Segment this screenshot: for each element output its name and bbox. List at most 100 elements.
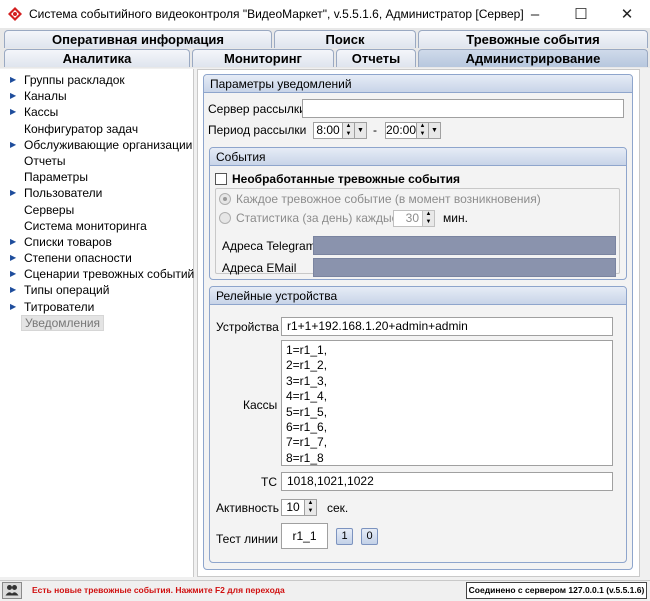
sidebar-item-monitoring-system[interactable]: Система мониторинга [0, 218, 193, 234]
chevron-down-icon[interactable]: ▼ [343, 130, 354, 138]
chevron-down-icon[interactable]: ▼ [305, 507, 316, 515]
list-item[interactable]: 7=r1_7, [286, 435, 612, 450]
list-item[interactable]: 5=r1_5, [286, 405, 612, 420]
test-line-label: Тест линии [216, 532, 278, 546]
stats-radio[interactable] [219, 212, 231, 224]
expand-arrow-icon[interactable]: ▶ [10, 88, 16, 104]
expand-arrow-icon[interactable]: ▶ [10, 185, 16, 201]
chevron-up-icon[interactable]: ▲ [343, 123, 354, 131]
stats-interval-arrows[interactable]: ▲ ▼ [423, 210, 435, 227]
sidebar-item-cash-registers[interactable]: ▶ Кассы [0, 104, 193, 120]
app-logo-icon [8, 7, 22, 21]
tab-analytics[interactable]: Аналитика [4, 49, 190, 67]
email-addresses-input[interactable] [313, 258, 616, 277]
sidebar-item-alarm-scenarios[interactable]: ▶ Сценарии тревожных событий [0, 266, 194, 282]
tab-alarm-events[interactable]: Тревожные события [418, 30, 648, 48]
list-item[interactable]: 4=r1_4, [286, 389, 612, 404]
stats-interval-value[interactable]: 30 [393, 210, 423, 227]
activity-arrows[interactable]: ▲ ▼ [305, 499, 317, 516]
period-to-picker[interactable]: 20:00 ▲ ▼ ▼ [385, 122, 441, 139]
server-label: Сервер рассылки [208, 102, 306, 116]
sidebar-item-servers[interactable]: Серверы [0, 202, 193, 218]
expand-arrow-icon[interactable]: ▶ [10, 234, 16, 250]
kassy-list[interactable]: 1=r1_1, 2=r1_2, 3=r1_3, 4=r1_4, 5=r1_5, … [281, 340, 613, 466]
sidebar-item-task-configurator[interactable]: Конфигуратор задач [0, 121, 193, 137]
maximize-button[interactable]: ☐ [558, 0, 604, 28]
tab-search[interactable]: Поиск [274, 30, 416, 48]
sidebar-item-product-lists[interactable]: ▶ Списки товаров [0, 234, 193, 250]
title-bar: Система событийного видеоконтроля "Видео… [0, 0, 650, 28]
stats-unit: мин. [443, 211, 468, 225]
sidebar-item-operation-types[interactable]: ▶ Типы операций [0, 282, 193, 298]
close-button[interactable]: ✕ [604, 0, 650, 28]
minimize-button[interactable]: – [512, 0, 558, 28]
tab-monitoring[interactable]: Мониторинг [192, 49, 334, 67]
notification-params-group: Параметры уведомлений Сервер рассылки Пе… [203, 74, 633, 570]
sidebar-item-parameters[interactable]: Параметры [0, 169, 193, 185]
tab-administration[interactable]: Администрирование [418, 49, 648, 67]
expand-arrow-icon[interactable]: ▶ [10, 282, 16, 298]
list-item[interactable]: 1=r1_1, [286, 343, 612, 358]
chevron-down-icon[interactable]: ▼ [423, 218, 434, 226]
expand-arrow-icon[interactable]: ▶ [10, 72, 16, 88]
list-item[interactable]: 2=r1_2, [286, 358, 612, 373]
notifications-panel: Параметры уведомлений Сервер рассылки Пе… [197, 69, 640, 577]
status-bar: Есть новые тревожные события. Нажмите F2… [0, 580, 650, 600]
expand-arrow-icon[interactable]: ▶ [10, 104, 16, 120]
unprocessed-checkbox[interactable] [215, 173, 227, 185]
sidebar-item-users[interactable]: ▶ Пользователи [0, 185, 193, 201]
sidebar: ▶ Группы раскладок ▶ Каналы ▶ Кассы Конфигу… [0, 69, 194, 577]
sidebar-item-channels[interactable]: ▶ Каналы [0, 88, 193, 104]
devices-input[interactable]: r1+1+192.168.1.20+admin+admin [281, 317, 613, 336]
email-label: Адреса EMail [222, 261, 297, 275]
tc-label: ТС [261, 475, 277, 489]
telegram-label: Адреса Telegram [222, 239, 316, 253]
sidebar-item-notifications[interactable]: Уведомления [0, 314, 193, 331]
period-from-value[interactable]: 8:00 [313, 122, 343, 139]
chevron-up-icon[interactable]: ▲ [417, 123, 428, 131]
users-icon[interactable] [2, 582, 22, 599]
stats-interval-stepper[interactable]: 30 ▲ ▼ [393, 210, 449, 227]
tab-operational-info[interactable]: Оперативная информация [4, 30, 272, 48]
chevron-up-icon[interactable]: ▲ [305, 500, 316, 508]
sidebar-item-danger-levels[interactable]: ▶ Степени опасности [0, 250, 193, 266]
sidebar-item-reports[interactable]: Отчеты [0, 153, 193, 169]
devices-label: Устройства [216, 320, 279, 334]
test-line-on-button[interactable]: 1 [336, 528, 353, 545]
stats-label: Статистика (за день) каждые [236, 211, 399, 225]
vertical-scrollbar[interactable] [640, 69, 650, 577]
relay-devices-group: Релейные устройства Устройства r1+1+192.… [209, 286, 627, 563]
test-line-off-button[interactable]: 0 [361, 528, 378, 545]
activity-value[interactable]: 10 [281, 499, 305, 516]
period-from-dropdown-icon[interactable]: ▼ [355, 122, 367, 139]
expand-arrow-icon[interactable]: ▶ [10, 137, 16, 153]
chevron-down-icon[interactable]: ▼ [417, 130, 428, 138]
each-event-radio[interactable] [219, 193, 231, 205]
period-to-dropdown-icon[interactable]: ▼ [429, 122, 441, 139]
test-line-input[interactable]: r1_1 [281, 523, 328, 549]
sidebar-item-service-orgs[interactable]: ▶ Обслуживающие организации [0, 137, 193, 153]
tc-input[interactable]: 1018,1021,1022 [281, 472, 613, 491]
list-item[interactable]: 8=r1_8 [286, 451, 612, 466]
connection-status: Соединено с сервером 127.0.0.1 (v.5.5.1.… [466, 582, 647, 599]
sidebar-item-layout-groups[interactable]: ▶ Группы раскладок [0, 72, 193, 88]
period-dash: - [373, 123, 377, 137]
expand-arrow-icon[interactable]: ▶ [10, 299, 16, 315]
period-from-picker[interactable]: 8:00 ▲ ▼ ▼ [313, 122, 369, 139]
new-alarms-message: Есть новые тревожные события. Нажмите F2… [32, 585, 285, 595]
list-item[interactable]: 6=r1_6, [286, 420, 612, 435]
expand-arrow-icon[interactable]: ▶ [10, 250, 16, 266]
server-input[interactable] [302, 99, 624, 118]
tab-strip: Оперативная информация Поиск Тревожные с… [0, 28, 650, 68]
expand-arrow-icon[interactable]: ▶ [10, 266, 16, 282]
period-label: Период рассылки [208, 123, 307, 137]
tab-reports[interactable]: Отчеты [336, 49, 416, 67]
sidebar-item-titrators[interactable]: ▶ Титрователи [0, 299, 193, 315]
list-item[interactable]: 3=r1_3, [286, 374, 612, 389]
telegram-addresses-input[interactable] [313, 236, 616, 255]
period-from-stepper[interactable]: ▲ ▼ [343, 122, 355, 139]
period-to-value[interactable]: 20:00 [385, 122, 417, 139]
activity-unit: сек. [327, 501, 349, 515]
chevron-up-icon[interactable]: ▲ [423, 211, 434, 219]
period-to-stepper[interactable]: ▲ ▼ [417, 122, 429, 139]
